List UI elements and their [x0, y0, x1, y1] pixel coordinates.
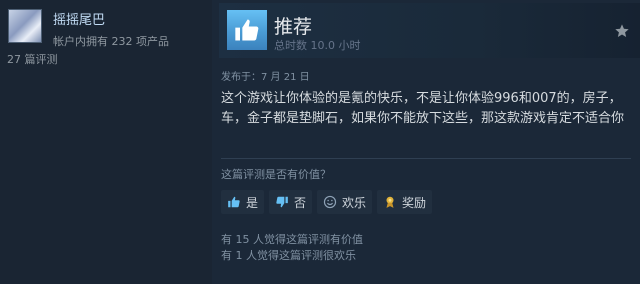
playtime-hours[interactable]: 总时数 10.0 小时 — [274, 37, 361, 53]
vote-yes-label: 是 — [246, 195, 259, 210]
reviewer-name[interactable]: 摇摇尾巴 — [53, 9, 105, 28]
thumbs-up-icon — [227, 195, 241, 209]
review-body: 这个游戏让你体验的是氪的快乐，不是让你体验996和007的，房子，车，金子都是垫… — [221, 91, 625, 126]
award-button[interactable]: 奖励 — [377, 190, 433, 214]
vote-funny-label: 欢乐 — [342, 195, 367, 210]
divider — [221, 158, 631, 159]
thumbs-down-icon — [275, 195, 289, 209]
vote-buttons: 是 否 欢乐 奖励 — [221, 190, 433, 214]
smiley-icon — [323, 195, 337, 209]
star-icon[interactable] — [614, 23, 630, 43]
award-label: 奖励 — [402, 195, 427, 210]
reviewer-panel: 摇摇尾巴 帐户内拥有 232 项产品 27 篇评测 — [0, 0, 212, 284]
helpful-count: 有 15 人觉得这篇评测有价值 — [221, 233, 363, 246]
vote-yes-button[interactable]: 是 — [221, 190, 265, 214]
review-panel: 推荐 总时数 10.0 小时 发布于：7 月 21 日 这个游戏让你体验的是氪的… — [212, 0, 640, 284]
thumbs-up-icon — [227, 10, 267, 50]
products-owned[interactable]: 帐户内拥有 232 项产品 — [53, 33, 169, 49]
award-icon — [383, 195, 397, 209]
review-header: 推荐 总时数 10.0 小时 — [219, 3, 640, 58]
avatar[interactable] — [8, 9, 42, 43]
vote-no-label: 否 — [294, 195, 307, 210]
funny-count: 有 1 人觉得这篇评测很欢乐 — [221, 249, 356, 262]
vote-no-button[interactable]: 否 — [269, 190, 313, 214]
vote-funny-button[interactable]: 欢乐 — [317, 190, 373, 214]
helpful-question: 这篇评测是否有价值？ — [221, 168, 331, 181]
posted-date: 发布于：7 月 21 日 — [221, 72, 310, 83]
review-verdict[interactable]: 推荐 — [274, 12, 312, 39]
review-count[interactable]: 27 篇评测 — [7, 51, 58, 67]
